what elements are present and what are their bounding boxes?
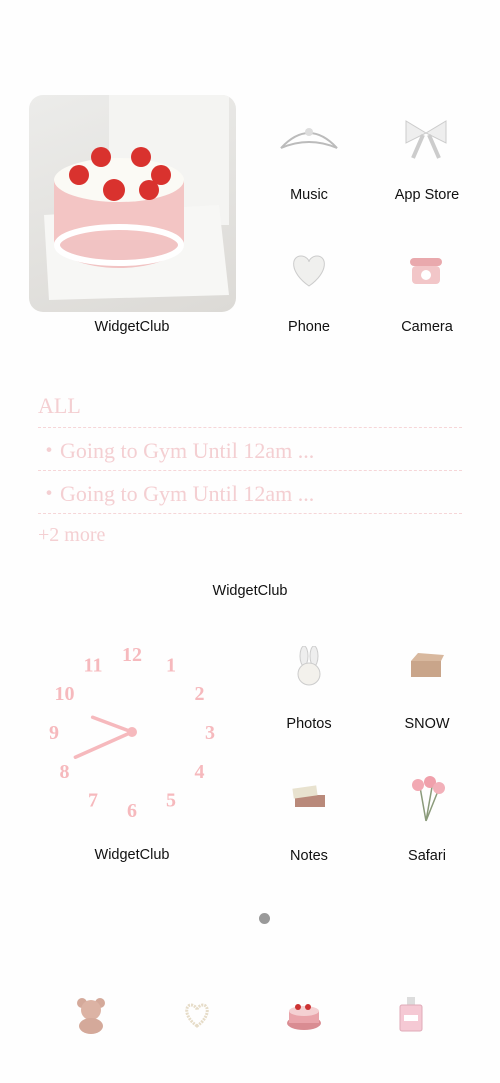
app-snow[interactable] (396, 636, 456, 696)
app-label: Notes (290, 848, 328, 864)
app-notes[interactable] (279, 768, 339, 828)
clock-number: 3 (205, 722, 215, 744)
app-phone[interactable] (279, 240, 339, 300)
todo-widget[interactable]: ALL ・Going to Gym Until 12am ... ・Going … (38, 385, 462, 557)
telephone-icon (410, 258, 442, 284)
dock-app-teddy-bear[interactable] (61, 985, 121, 1045)
cake-photo-widget[interactable] (29, 95, 236, 312)
dock-app-perfume[interactable] (381, 985, 441, 1045)
app-label: SNOW (404, 716, 450, 732)
app-music[interactable] (279, 108, 339, 168)
app-label: Phone (288, 319, 330, 335)
clock-number: 12 (122, 644, 142, 666)
minute-hand (73, 730, 134, 759)
app-app-store[interactable] (396, 108, 456, 168)
dock-app-cake[interactable] (274, 985, 334, 1045)
app-label: Safari (408, 848, 446, 864)
app-label: Music (290, 187, 328, 203)
books-icon (292, 785, 325, 807)
app-photos[interactable] (279, 636, 339, 696)
hour-hand (90, 715, 134, 734)
roses-icon (412, 776, 445, 822)
dock-app-pearl-heart[interactable] (167, 985, 227, 1045)
perfume-icon (399, 997, 423, 1032)
clock-number: 5 (166, 790, 176, 812)
clock-widget-label: WidgetClub (94, 847, 170, 863)
pearl-heart-icon (185, 1003, 209, 1028)
app-label: Photos (286, 716, 332, 732)
clock-number: 10 (54, 683, 74, 705)
cake-image (44, 95, 229, 300)
bunny-icon (297, 646, 321, 686)
todo-more[interactable]: +2 more (38, 514, 462, 557)
todo-widget-label: WidgetClub (212, 583, 288, 599)
app-camera[interactable] (396, 240, 456, 300)
clock-number: 8 (59, 761, 69, 783)
todo-item[interactable]: ・Going to Gym Until 12am ... (38, 471, 462, 514)
clock-number: 7 (88, 790, 98, 812)
bow-icon (405, 120, 447, 159)
tiara-icon (280, 128, 338, 149)
todo-header: ALL (38, 385, 462, 428)
app-label: Camera (401, 319, 453, 335)
clock-number: 1 (166, 654, 176, 676)
heart-icon (293, 255, 325, 287)
app-label: App Store (394, 187, 460, 203)
photo-widget-label: WidgetClub (94, 319, 170, 335)
teddy-bear-icon (77, 998, 105, 1034)
clock-number: 2 (195, 683, 205, 705)
todo-item[interactable]: ・Going to Gym Until 12am ... (38, 428, 462, 471)
clock-number: 6 (127, 800, 137, 822)
clock-number: 9 (49, 722, 59, 744)
clock-number: 11 (84, 654, 103, 676)
box-icon (411, 653, 444, 677)
clock-number: 4 (195, 761, 205, 783)
clock-widget[interactable]: 12 1234567891011 (32, 632, 232, 832)
cake-icon (287, 1004, 321, 1030)
clock-center (127, 727, 137, 737)
page-indicator-dot[interactable] (259, 913, 270, 924)
app-safari[interactable] (396, 768, 456, 828)
